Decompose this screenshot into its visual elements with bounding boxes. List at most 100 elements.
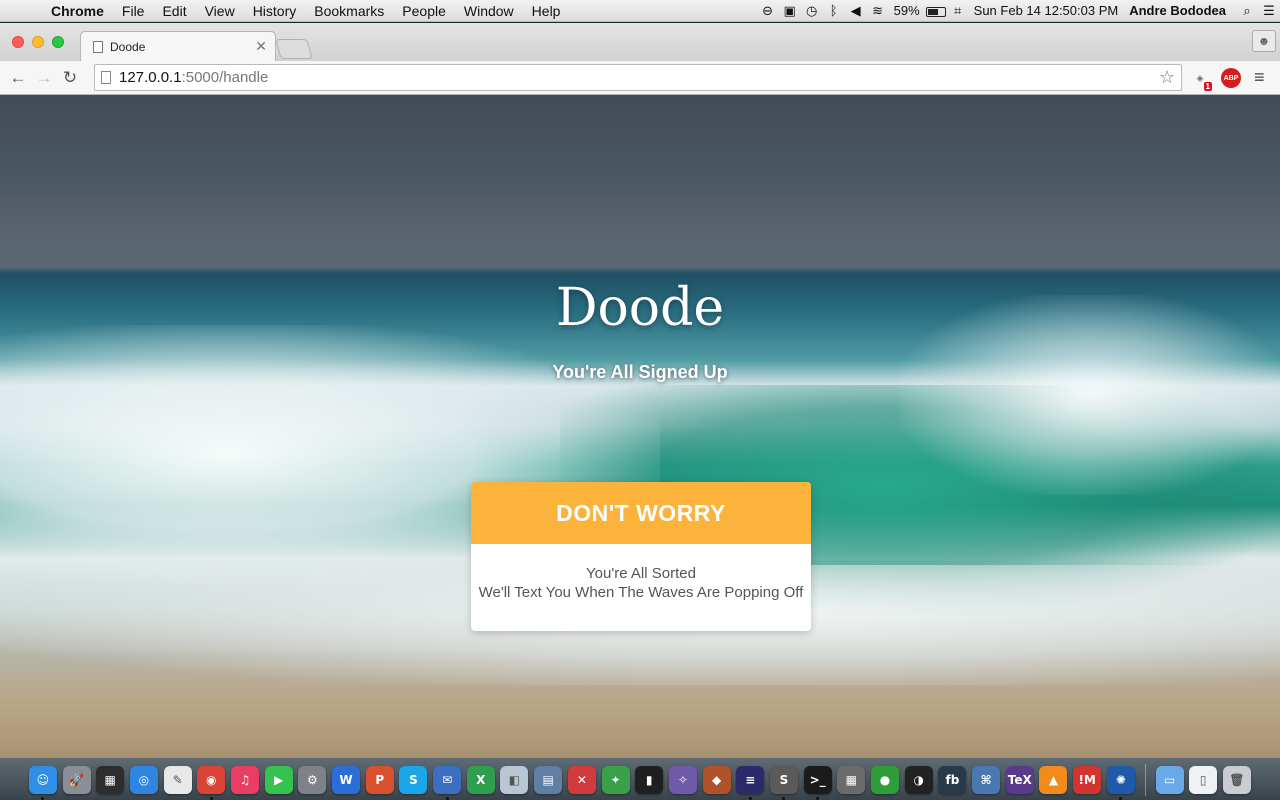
dock-item-word[interactable]: W [329, 758, 363, 800]
new-tab-button[interactable] [275, 39, 313, 59]
mission-control-icon: ▦ [96, 765, 125, 794]
dock-item-applications-folder[interactable]: ▭ [1153, 758, 1187, 800]
page-title: Doode [555, 278, 725, 338]
dock-item-activity-monitor[interactable]: ▮ [632, 758, 666, 800]
dock-item-powerpoint[interactable]: P [363, 758, 397, 800]
ghostery-extension-icon[interactable]: ◈ 1 [1190, 68, 1212, 91]
tab-doode[interactable]: Doode ✕ [80, 31, 276, 61]
dock-item-crossover[interactable]: ✕ [565, 758, 599, 800]
dock-item-image-capture[interactable]: ▤ [531, 758, 565, 800]
sketchbook-icon: ✦ [601, 765, 630, 794]
sublime-text-icon: S [769, 765, 798, 794]
evernote-icon: ● [871, 765, 900, 794]
dock-item-sketchbook[interactable]: ✦ [599, 758, 633, 800]
menu-bookmarks[interactable]: Bookmarks [305, 3, 393, 19]
menu-file[interactable]: File [113, 3, 154, 19]
card-line-sorted: You're All Sorted [586, 565, 696, 582]
reload-icon[interactable]: ↻ [57, 68, 83, 88]
dock-item-calculator[interactable]: ▦ [835, 758, 869, 800]
window-close-button[interactable] [12, 36, 24, 48]
python-icon: ⌘ [972, 765, 1001, 794]
profile-icon[interactable]: ☻ [1252, 30, 1276, 52]
dock-item-chrome[interactable]: ◉ [194, 758, 228, 800]
dock-item-documents-stack[interactable]: ▯ [1186, 758, 1220, 800]
dock-item-itunes[interactable]: ♫ [228, 758, 262, 800]
battery-icon[interactable] [925, 3, 947, 18]
menu-window[interactable]: Window [455, 3, 523, 19]
dock-item-vlc[interactable]: ▲ [1037, 758, 1071, 800]
menu-help[interactable]: Help [523, 3, 570, 19]
dock-item-live[interactable]: ◑ [902, 758, 936, 800]
back-arrow-icon[interactable]: ← [5, 68, 31, 88]
bluetooth-icon[interactable]: ᛒ [823, 3, 845, 18]
dock-item-evernote[interactable]: ● [868, 758, 902, 800]
xcode-tools-icon: ✧ [668, 765, 697, 794]
window-minimize-button[interactable] [32, 36, 44, 48]
dock-item-trash[interactable]: 🗑 [1220, 758, 1254, 800]
tab-strip: Doode ✕ ☻ [0, 23, 1280, 61]
browser-toolbar: ← → ↻ 127.0.0.1:5000/handle ☆ ◈ 1 ABP ≡ [0, 61, 1280, 95]
adblock-plus-icon[interactable]: ABP [1221, 68, 1241, 88]
dock-item-texshop[interactable]: TeX [1003, 758, 1037, 800]
dock-item-terminal[interactable]: >_ [801, 758, 835, 800]
menu-people[interactable]: People [393, 3, 455, 19]
do-not-disturb-icon[interactable]: ⊖ [757, 3, 779, 19]
window-zoom-button[interactable] [52, 36, 64, 48]
input-source-icon[interactable]: ⌗ [947, 3, 969, 19]
wifi-icon[interactable]: ≋ [867, 3, 889, 19]
clock[interactable]: Sun Feb 14 12:50:03 PM [969, 3, 1124, 18]
dock-item-safari[interactable]: ◎ [127, 758, 161, 800]
dock-item-launchpad[interactable]: 🚀 [60, 758, 94, 800]
forward-arrow-icon[interactable]: → [31, 68, 57, 88]
battery-percent[interactable]: 59% [889, 3, 925, 18]
menu-edit[interactable]: Edit [153, 3, 195, 19]
tab-close-icon[interactable]: ✕ [255, 38, 267, 55]
dock-item-skype[interactable]: S [397, 758, 431, 800]
sourcetree-icon: ✺ [1106, 765, 1135, 794]
dock-item-eclipse[interactable]: ≡ [733, 758, 767, 800]
crossover-icon: ✕ [567, 765, 596, 794]
dock-item-sourcetree[interactable]: ✺ [1104, 758, 1138, 800]
imo-status-icon[interactable]: ▣ [779, 3, 801, 19]
time-machine-icon[interactable]: ◷ [801, 3, 823, 19]
dock-item-textedit[interactable]: ✎ [161, 758, 195, 800]
tab-title: Doode [110, 39, 146, 54]
dock-separator [1144, 763, 1146, 796]
volume-icon[interactable]: ◀ [845, 3, 867, 19]
texshop-icon: TeX [1005, 765, 1034, 794]
dock-item-thunderbird[interactable]: ✉ [430, 758, 464, 800]
notification-center-icon[interactable]: ☰ [1258, 3, 1280, 19]
dock-item-sublime-text[interactable]: S [767, 758, 801, 800]
dock-item-mission-control[interactable]: ▦ [93, 758, 127, 800]
page-icon [101, 71, 111, 84]
word-icon: W [332, 765, 361, 794]
cyberduck-icon: ◆ [702, 765, 731, 794]
dock-item-cyberduck[interactable]: ◆ [700, 758, 734, 800]
dock-item-python[interactable]: ⌘ [969, 758, 1003, 800]
dock-item-excel[interactable]: X [464, 758, 498, 800]
chrome-menu-icon[interactable]: ≡ [1254, 67, 1265, 88]
card-body: You're All Sorted We'll Text You When Th… [471, 544, 811, 602]
menu-view[interactable]: View [196, 3, 244, 19]
menu-history[interactable]: History [244, 3, 306, 19]
dock-shelf: ☺ 🚀 ▦ ◎ ✎ ◉ ♫ ▶ ⚙ W P S ✉ X ◧ ▤ ✕ ✦ ▮ ✧ ◆ ≡ S >_ ▦ ● ◑ fb ⌘ TeX ▲ !M ✺ ▭ ▯… [26, 758, 1254, 800]
dock-item-imo[interactable]: !M [1070, 758, 1104, 800]
menu-chrome[interactable]: Chrome [42, 3, 113, 19]
spotlight-search-icon[interactable]: ⌕ [1236, 3, 1258, 19]
current-user[interactable]: Andre Bododea [1123, 3, 1236, 18]
bookmark-star-icon[interactable]: ☆ [1159, 67, 1175, 88]
dock-item-xcode-tools[interactable]: ✧ [666, 758, 700, 800]
dock-item-finder[interactable]: ☺ [26, 758, 60, 800]
address-bar[interactable]: 127.0.0.1:5000/handle ☆ [94, 64, 1182, 91]
page-viewport: Doode You're All Signed Up DON'T WORRY Y… [0, 95, 1280, 757]
launchpad-icon: 🚀 [62, 765, 91, 794]
live-icon: ◑ [904, 765, 933, 794]
status-area: ⊖ ▣ ◷ ᛒ ◀ ≋ 59% ⌗ Sun Feb 14 12:50:03 PM… [757, 0, 1280, 22]
documents-stack-icon: ▯ [1189, 765, 1218, 794]
dock-item-facetime[interactable]: ▶ [262, 758, 296, 800]
dock-item-flashbuilder[interactable]: fb [936, 758, 970, 800]
card-header: DON'T WORRY [471, 482, 811, 544]
dock-item-system-preferences[interactable]: ⚙ [296, 758, 330, 800]
dock-item-preview[interactable]: ◧ [498, 758, 532, 800]
card-line-text-notice: We'll Text You When The Waves Are Poppin… [478, 584, 804, 601]
